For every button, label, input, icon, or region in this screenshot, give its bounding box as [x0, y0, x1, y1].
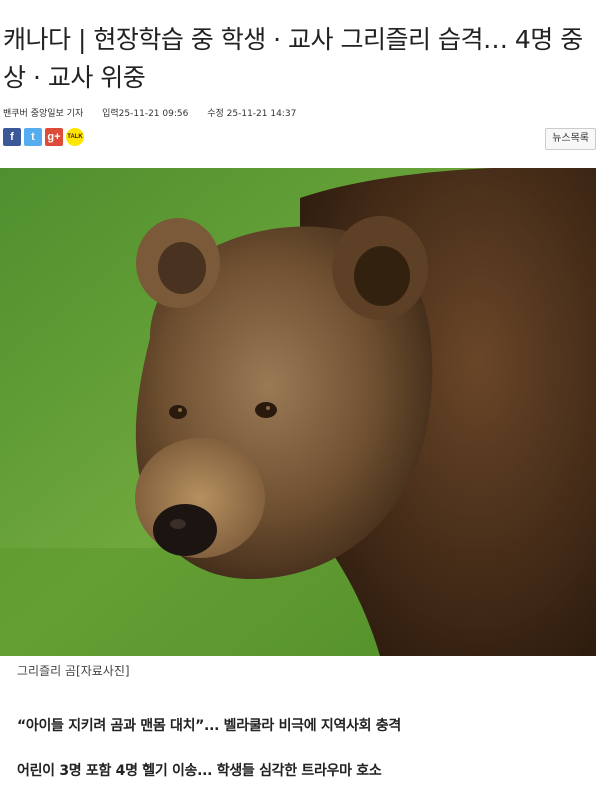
- article-headline: 캐나다 | 현장학습 중 학생 · 교사 그리즐리 습격… 4명 중상 · 교사…: [3, 24, 583, 92]
- article-meta: 밴쿠버 중앙일보 기자 입력25-11-21 09:56 수정 25-11-21…: [3, 106, 312, 119]
- modified-time: 수정 25-11-21 14:37: [207, 109, 297, 119]
- article-photo-grizzly-bear: [0, 168, 596, 656]
- twitter-share-icon[interactable]: t: [24, 128, 42, 146]
- subheadline-2: 어린이 3명 포함 4명 헬기 이송... 학생들 심각한 트라우마 호소: [17, 763, 382, 779]
- share-buttons: f t g+ TALK: [3, 128, 84, 146]
- facebook-share-icon[interactable]: f: [3, 128, 21, 146]
- reporter-name: 밴쿠버 중앙일보 기자: [3, 109, 84, 119]
- kakaotalk-share-icon[interactable]: TALK: [66, 128, 84, 146]
- published-time: 입력25-11-21 09:56: [102, 109, 189, 119]
- news-list-button[interactable]: 뉴스목록: [545, 128, 596, 150]
- subheadline-1: “아이들 지키려 곰과 맨몸 대치”... 벨라쿨라 비극에 지역사회 충격: [17, 718, 401, 734]
- photo-caption: 그리즐리 곰[자료사진]: [17, 664, 130, 678]
- googleplus-share-icon[interactable]: g+: [45, 128, 63, 146]
